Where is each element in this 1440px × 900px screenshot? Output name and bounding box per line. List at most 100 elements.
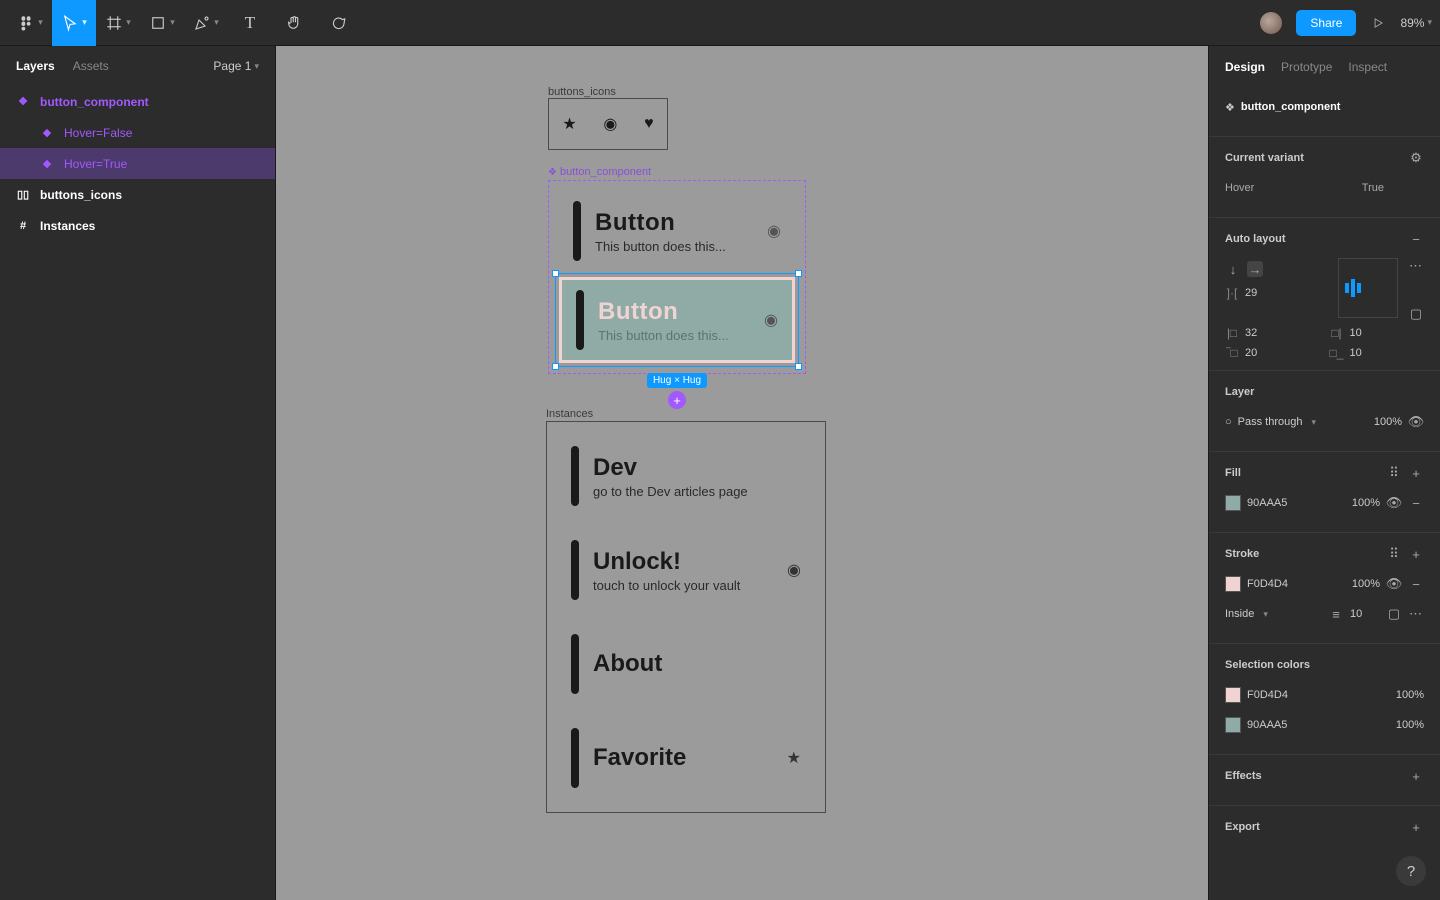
text-tool-button[interactable]: T: [228, 0, 272, 46]
add-export-button[interactable]: +: [1408, 819, 1424, 835]
selection-handle[interactable]: [795, 363, 802, 370]
fingerprint-icon: ◉: [603, 114, 617, 134]
add-variant-button[interactable]: +: [668, 391, 686, 409]
add-stroke-button[interactable]: +: [1408, 546, 1424, 562]
selection-handle[interactable]: [795, 270, 802, 277]
gap-input[interactable]: [1245, 287, 1275, 299]
padding-bottom-input[interactable]: [1350, 347, 1380, 359]
selection-handle[interactable]: [552, 363, 559, 370]
padding-top-icon: ‾□: [1225, 346, 1239, 360]
share-button[interactable]: Share: [1296, 10, 1356, 36]
direction-vertical-button[interactable]: ↓: [1225, 261, 1241, 277]
independent-padding-button[interactable]: ▢: [1408, 306, 1424, 322]
visibility-icon[interactable]: 👁: [1386, 576, 1402, 592]
padding-top-input[interactable]: [1245, 347, 1275, 359]
variant-icon: ◆: [40, 157, 54, 170]
stroke-weight-input[interactable]: [1350, 608, 1380, 620]
visibility-icon[interactable]: 👁: [1386, 495, 1402, 511]
visibility-icon[interactable]: 👁: [1408, 414, 1424, 430]
instance-about[interactable]: About: [557, 624, 815, 704]
selection-handle[interactable]: [552, 270, 559, 277]
blend-mode-dropdown[interactable]: ○ Pass through ▾: [1225, 416, 1316, 428]
top-toolbar: ▾ ▾ ▾ ▾ ▾ T Share: [0, 0, 1440, 46]
tab-design[interactable]: Design: [1225, 60, 1265, 74]
tab-layers[interactable]: Layers: [16, 59, 55, 73]
remove-autolayout-button[interactable]: −: [1408, 231, 1424, 247]
stroke-hex-value[interactable]: F0D4D4: [1247, 578, 1288, 590]
layers-panel: Layers Assets Page 1 ▾ ❖ button_componen…: [0, 46, 276, 900]
selection-color-hex[interactable]: 90AAA5: [1247, 719, 1287, 731]
layer-label: Hover=False: [64, 126, 132, 140]
padding-right-input[interactable]: [1350, 327, 1380, 339]
selection-color-opacity[interactable]: 100%: [1396, 719, 1424, 731]
hand-tool-button[interactable]: [272, 0, 316, 46]
selection-color-swatch[interactable]: [1225, 717, 1241, 733]
shape-tool-button[interactable]: ▾: [140, 0, 184, 46]
fill-hex-value[interactable]: 90AAA5: [1247, 497, 1287, 509]
buttons-icons-frame[interactable]: ★ ◉ ♥: [548, 98, 668, 150]
tab-assets[interactable]: Assets: [73, 59, 109, 73]
selection-color-swatch[interactable]: [1225, 687, 1241, 703]
layer-buttons-icons[interactable]: ▯▯ buttons_icons: [0, 179, 275, 210]
stroke-styles-button[interactable]: ⠿: [1386, 546, 1402, 562]
padding-left-icon: |□: [1225, 326, 1239, 340]
section-label: Stroke: [1225, 548, 1259, 560]
button-variant-default[interactable]: Button This button does this... ◉: [559, 191, 795, 271]
fill-styles-button[interactable]: ⠿: [1386, 465, 1402, 481]
padding-left-input[interactable]: [1245, 327, 1275, 339]
autolayout-more-button[interactable]: ⋯: [1408, 258, 1424, 274]
frame-tool-button[interactable]: ▾: [96, 0, 140, 46]
fingerprint-icon: ◉: [767, 221, 781, 241]
stroke-align-dropdown[interactable]: Inside ▾: [1225, 608, 1268, 620]
layer-hover-false[interactable]: ◆ Hover=False: [0, 117, 275, 148]
stroke-opacity-value[interactable]: 100%: [1352, 578, 1380, 590]
page-selector[interactable]: Page 1 ▾: [213, 59, 259, 73]
stroke-more-button[interactable]: ⋯: [1408, 606, 1424, 622]
layer-button-component[interactable]: ❖ button_component: [0, 86, 275, 117]
alignment-box[interactable]: [1338, 258, 1398, 318]
add-effect-button[interactable]: +: [1408, 768, 1424, 784]
fill-opacity-value[interactable]: 100%: [1352, 497, 1380, 509]
section-label: Export: [1225, 821, 1260, 833]
tab-inspect[interactable]: Inspect: [1348, 60, 1387, 74]
zoom-dropdown[interactable]: 89% ▾: [1400, 16, 1432, 30]
pen-tool-button[interactable]: ▾: [184, 0, 228, 46]
selection-color-opacity[interactable]: 100%: [1396, 689, 1424, 701]
instance-title: Favorite: [593, 744, 773, 772]
instance-dev[interactable]: Dev go to the Dev articles page: [557, 436, 815, 516]
layer-instances[interactable]: # Instances: [0, 210, 275, 241]
instances-frame[interactable]: Dev go to the Dev articles page Unlock! …: [546, 421, 826, 813]
present-button[interactable]: [1370, 15, 1386, 31]
user-avatar[interactable]: [1260, 12, 1282, 34]
frame-label-component[interactable]: ❖ button_component: [548, 166, 651, 178]
tab-prototype[interactable]: Prototype: [1281, 60, 1332, 74]
fill-swatch[interactable]: [1225, 495, 1241, 511]
layer-hover-true[interactable]: ◆ Hover=True: [0, 148, 275, 179]
selection-color-hex[interactable]: F0D4D4: [1247, 689, 1288, 701]
canvas[interactable]: buttons_icons ★ ◉ ♥ ❖ button_component B…: [276, 46, 1208, 900]
autolayout-icon: ▯▯: [16, 188, 30, 201]
remove-stroke-button[interactable]: −: [1408, 576, 1424, 592]
instance-favorite[interactable]: Favorite ★: [557, 718, 815, 798]
figma-menu-button[interactable]: ▾: [8, 0, 52, 46]
comment-tool-button[interactable]: [316, 0, 360, 46]
help-button[interactable]: ?: [1396, 856, 1426, 886]
parent-component-name[interactable]: button_component: [1241, 101, 1341, 113]
move-tool-button[interactable]: ▾: [52, 0, 96, 46]
button-component-frame[interactable]: Button This button does this... ◉ Button…: [548, 180, 806, 374]
instance-unlock[interactable]: Unlock! touch to unlock your vault ◉: [557, 530, 815, 610]
frame-label-icons[interactable]: buttons_icons: [548, 86, 616, 98]
remove-fill-button[interactable]: −: [1408, 495, 1424, 511]
stroke-sides-button[interactable]: ▢: [1386, 606, 1402, 622]
add-fill-button[interactable]: +: [1408, 465, 1424, 481]
stroke-swatch[interactable]: [1225, 576, 1241, 592]
frame-label-instances[interactable]: Instances: [546, 408, 593, 420]
variant-settings-icon[interactable]: ⚙: [1408, 150, 1424, 166]
instance-title: Unlock!: [593, 548, 773, 576]
direction-horizontal-button[interactable]: →: [1247, 261, 1263, 277]
component-label: button_component: [560, 166, 651, 178]
layer-opacity-value[interactable]: 100%: [1374, 416, 1402, 428]
button-variant-hover[interactable]: Button This button does this... ◉: [559, 277, 795, 363]
layer-label: button_component: [40, 95, 149, 109]
variant-prop-value[interactable]: True: [1362, 182, 1384, 194]
